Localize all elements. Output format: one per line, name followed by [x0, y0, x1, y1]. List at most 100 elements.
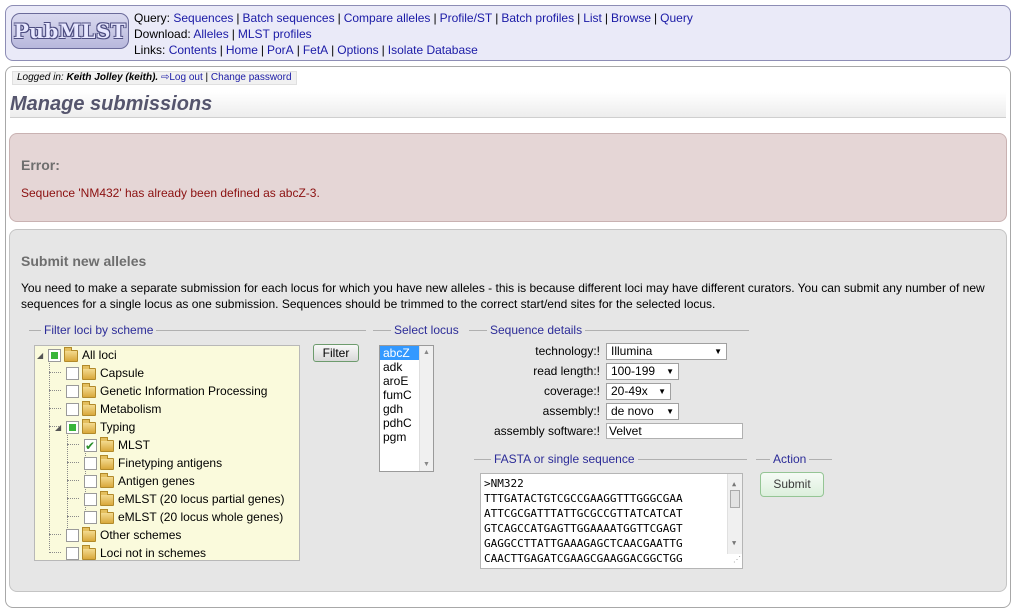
tree-node-not-in[interactable]: Loci not in schemes	[55, 544, 206, 560]
main-panel: Logged in: Keith Jolley (keith). ⇨Log ou…	[5, 66, 1011, 608]
assembly-software-input[interactable]: Velvet	[606, 423, 743, 439]
tree-node-metabolism[interactable]: Metabolism	[55, 400, 161, 418]
capsule-checkbox[interactable]	[66, 367, 79, 381]
antigen-checkbox[interactable]	[84, 475, 97, 489]
submit-intro-text: You need to make a separate submission f…	[21, 281, 985, 311]
locus-option-abcz[interactable]: abcZ	[380, 346, 419, 360]
logged-in-user: Keith Jolley (keith).	[66, 72, 159, 83]
folder-icon	[82, 418, 96, 434]
coverage-label: coverage:!	[543, 384, 600, 398]
collapse-icon[interactable]: ◢	[55, 423, 64, 432]
tree-node-capsule[interactable]: Capsule	[55, 364, 144, 382]
chevron-down-icon: ▼	[666, 407, 674, 416]
tree-node-all-loci[interactable]: ◢ All loci	[37, 346, 117, 364]
error-message: Sequence 'NM432' has already been define…	[21, 186, 320, 200]
tree-node-antigen[interactable]: Antigen genes	[73, 472, 195, 490]
tree-label-emlst-whole: eMLST (20 locus whole genes)	[118, 510, 284, 524]
fasta-textarea[interactable]: >NM322 TTTGATACTGTCGCCGAAGGTTTGGGCGAA AT…	[480, 473, 743, 569]
scroll-down-icon[interactable]: ▼	[732, 536, 736, 551]
nav-link-isolate-database[interactable]: Isolate Database	[388, 43, 478, 57]
fasta-scrollbar[interactable]: ▲ ▼	[727, 474, 742, 554]
folder-icon	[100, 508, 114, 524]
submit-button[interactable]: Submit	[760, 472, 824, 497]
download-nav-line: Download: Alleles | MLST profiles	[134, 27, 312, 41]
folder-icon	[82, 364, 96, 380]
nav-link-pora[interactable]: PorA	[267, 43, 294, 57]
sequence-details-legend: Sequence details	[487, 322, 586, 338]
tree-label-other: Other schemes	[100, 528, 182, 542]
assembly-value: de novo	[611, 404, 654, 418]
resize-handle-icon[interactable]: ⋰	[733, 552, 741, 567]
tree-node-typing[interactable]: ◢ Typing	[55, 418, 135, 436]
chevron-down-icon: ▼	[666, 367, 674, 376]
tree-label-finetyping: Finetyping antigens	[118, 456, 223, 470]
typing-checkbox[interactable]	[66, 421, 79, 435]
fasta-legend: FASTA or single sequence	[491, 451, 638, 467]
finetyping-checkbox[interactable]	[84, 457, 97, 471]
tree-label-metabolism: Metabolism	[100, 402, 162, 416]
assembly-select[interactable]: de novo ▼	[606, 403, 679, 420]
folder-icon	[82, 544, 96, 560]
page-title: Manage submissions	[10, 92, 1006, 118]
folder-icon	[82, 382, 96, 398]
query-nav-line: Query: Sequences | Batch sequences | Compare…	[134, 11, 693, 25]
folder-icon	[64, 346, 78, 362]
nav-link-profile-st[interactable]: Profile/ST	[440, 11, 493, 25]
scroll-down-icon[interactable]: ▼	[423, 461, 430, 468]
assembly-software-label: assembly software:!	[493, 424, 600, 438]
pubmlst-logo[interactable]: PubMLST	[11, 13, 129, 49]
tree-node-emlst-partial[interactable]: eMLST (20 locus partial genes)	[73, 490, 285, 508]
change-password-link[interactable]: Change password	[211, 72, 292, 83]
login-bar: Logged in: Keith Jolley (keith). ⇨Log ou…	[12, 71, 297, 85]
tree-node-genetic[interactable]: Genetic Information Processing	[55, 382, 267, 400]
tree-label-all-loci: All loci	[82, 348, 117, 362]
folder-icon	[100, 472, 114, 488]
nav-link-sequences[interactable]: Sequences	[173, 11, 233, 25]
scroll-up-icon[interactable]: ▲	[423, 349, 430, 356]
nav-link-list[interactable]: List	[583, 11, 602, 25]
tree-node-finetyping[interactable]: Finetyping antigens	[73, 454, 222, 472]
nav-link-query[interactable]: Query	[660, 11, 693, 25]
locus-select-list[interactable]: abcZ adk aroE fumC gdh pdhC pgm ▲ ▼	[379, 345, 434, 472]
folder-icon	[100, 436, 114, 452]
emlst-partial-checkbox[interactable]	[84, 493, 97, 507]
emlst-whole-checkbox[interactable]	[84, 511, 97, 525]
nav-link-batch-sequences[interactable]: Batch sequences	[243, 11, 335, 25]
locus-scrollbar[interactable]: ▲ ▼	[419, 346, 433, 471]
filter-button[interactable]: Filter	[313, 344, 359, 362]
nav-link-browse[interactable]: Browse	[611, 11, 651, 25]
all-loci-checkbox[interactable]	[48, 349, 61, 363]
technology-select[interactable]: Illumina ▼	[606, 343, 727, 360]
other-checkbox[interactable]	[66, 529, 79, 543]
nav-link-compare-alleles[interactable]: Compare alleles	[344, 11, 431, 25]
tree-node-mlst[interactable]: MLST	[73, 436, 150, 455]
logout-label: Log out	[169, 72, 203, 83]
query-label: Query:	[134, 11, 171, 25]
action-legend: Action	[770, 451, 810, 467]
fasta-line: GTCAGCCATGAGTTGGAAAATGGTTCGAGT	[484, 522, 683, 535]
scroll-thumb[interactable]	[730, 490, 740, 508]
nav-link-options[interactable]: Options	[337, 43, 378, 57]
collapse-icon[interactable]: ◢	[37, 351, 46, 360]
genetic-checkbox[interactable]	[66, 385, 79, 399]
nav-link-feta[interactable]: FetA	[303, 43, 328, 57]
folder-icon	[100, 490, 114, 506]
tree-node-emlst-whole[interactable]: eMLST (20 locus whole genes)	[73, 508, 283, 526]
metabolism-checkbox[interactable]	[66, 403, 79, 417]
nav-link-mlst-profiles[interactable]: MLST profiles	[238, 27, 312, 41]
logout-link[interactable]: ⇨Log out	[161, 72, 203, 83]
chevron-down-icon: ▼	[714, 347, 722, 356]
tree-label-typing: Typing	[100, 420, 136, 434]
tree-node-other[interactable]: Other schemes	[55, 526, 181, 544]
nav-links: Query: Sequences | Batch sequences | Compare…	[134, 10, 693, 58]
links-label: Links:	[134, 43, 166, 57]
read-length-select[interactable]: 100-199 ▼	[606, 363, 679, 380]
read-length-label: read length:!	[533, 364, 600, 378]
mlst-checkbox[interactable]	[84, 437, 97, 455]
nav-link-alleles[interactable]: Alleles	[193, 27, 228, 41]
nav-link-home[interactable]: Home	[226, 43, 258, 57]
nav-link-contents[interactable]: Contents	[169, 43, 217, 57]
coverage-select[interactable]: 20-49x ▼	[606, 383, 671, 400]
not-in-checkbox[interactable]	[66, 547, 79, 560]
nav-link-batch-profiles[interactable]: Batch profiles	[501, 11, 574, 25]
